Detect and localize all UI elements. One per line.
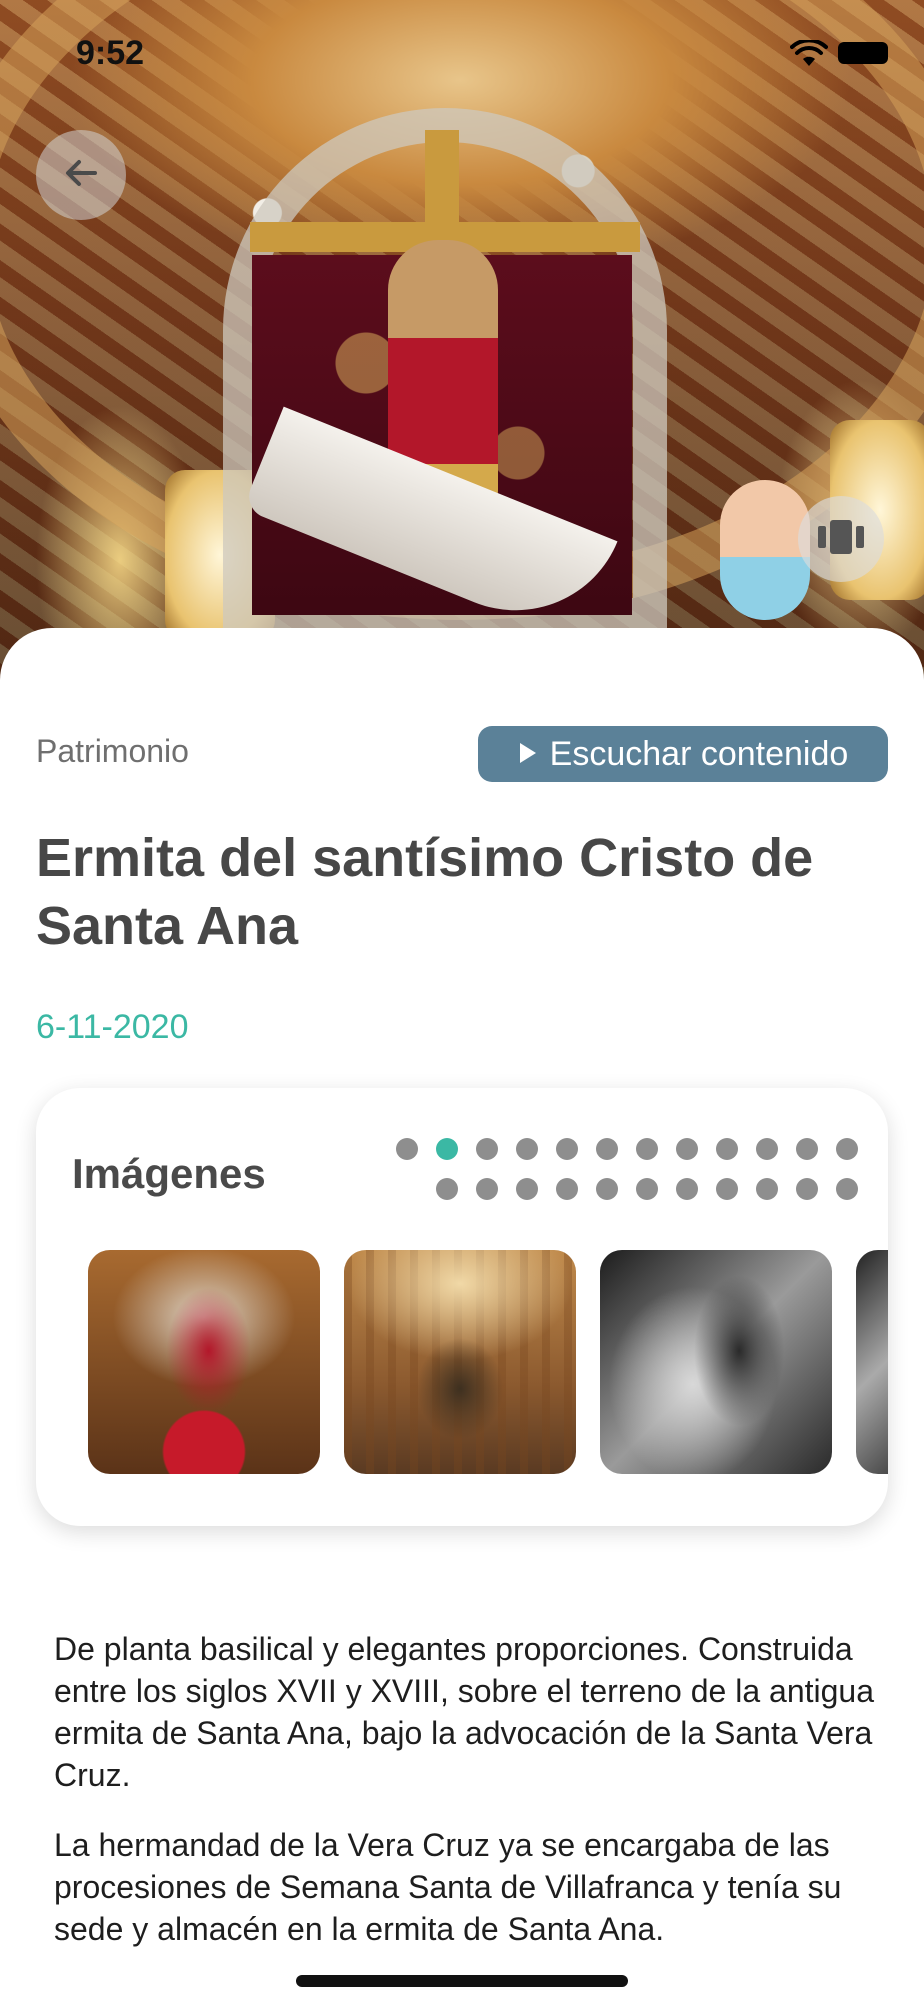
back-arrow-icon — [61, 153, 101, 198]
home-indicator — [296, 1975, 628, 1987]
article-body: De planta basilical y elegantes proporci… — [54, 1628, 884, 1978]
pagination-dot[interactable] — [756, 1138, 778, 1160]
pagination-dot[interactable] — [516, 1138, 538, 1160]
image-thumbnail[interactable] — [856, 1250, 888, 1474]
status-time: 9:52 — [76, 34, 145, 72]
pagination-dot[interactable] — [436, 1178, 458, 1200]
hero-angel-figure — [720, 480, 810, 620]
pagination-dot[interactable] — [396, 1138, 418, 1160]
images-card: Imágenes — [36, 1088, 888, 1526]
image-carousel[interactable] — [88, 1250, 888, 1476]
category-label: Patrimonio — [36, 733, 189, 769]
pagination-dot[interactable] — [516, 1178, 538, 1200]
battery-icon — [838, 42, 888, 64]
listen-content-button[interactable]: Escuchar contenido — [478, 726, 888, 782]
pagination-dot[interactable] — [636, 1178, 658, 1200]
pagination-dot[interactable] — [636, 1138, 658, 1160]
pagination-dot[interactable] — [676, 1178, 698, 1200]
gallery-button[interactable] — [798, 496, 884, 582]
pagination-dot[interactable] — [796, 1178, 818, 1200]
pagination-dot[interactable] — [596, 1178, 618, 1200]
status-icons — [790, 38, 888, 66]
gallery-icon — [818, 519, 864, 559]
article-paragraph: De planta basilical y elegantes proporci… — [54, 1631, 874, 1793]
pagination-dot[interactable] — [556, 1178, 578, 1200]
pagination-dot[interactable] — [716, 1138, 738, 1160]
pagination-row — [376, 1178, 876, 1200]
pagination-dot-active[interactable] — [436, 1138, 458, 1160]
play-icon — [518, 735, 538, 774]
image-thumbnail[interactable] — [344, 1250, 576, 1474]
pagination-dot[interactable] — [836, 1138, 858, 1160]
content-sheet: Patrimonio Escuchar contenido Ermita del… — [0, 628, 924, 2000]
images-title: Imágenes — [72, 1150, 266, 1197]
listen-content-label: Escuchar contenido — [549, 734, 849, 773]
image-thumbnail[interactable] — [88, 1250, 320, 1474]
article-paragraph: La hermandad de la Vera Cruz ya se encar… — [54, 1827, 842, 1947]
publish-date: 6-11-2020 — [36, 1008, 189, 1046]
pagination-dot[interactable] — [676, 1138, 698, 1160]
pagination-dot[interactable] — [556, 1138, 578, 1160]
pagination-dot[interactable] — [796, 1138, 818, 1160]
pagination-row — [376, 1138, 876, 1160]
pagination-dot[interactable] — [716, 1178, 738, 1200]
hero-photo — [0, 0, 924, 680]
pagination-dot[interactable] — [476, 1178, 498, 1200]
back-button[interactable] — [36, 130, 126, 220]
wifi-icon — [790, 38, 828, 66]
pagination-dot[interactable] — [476, 1138, 498, 1160]
pagination-dot[interactable] — [836, 1178, 858, 1200]
page-title: Ermita del santísimo Cristo de Santa Ana — [36, 828, 814, 956]
pagination-dot[interactable] — [596, 1138, 618, 1160]
image-thumbnail[interactable] — [600, 1250, 832, 1474]
pagination-dot[interactable] — [756, 1178, 778, 1200]
carousel-pagination — [376, 1138, 876, 1218]
